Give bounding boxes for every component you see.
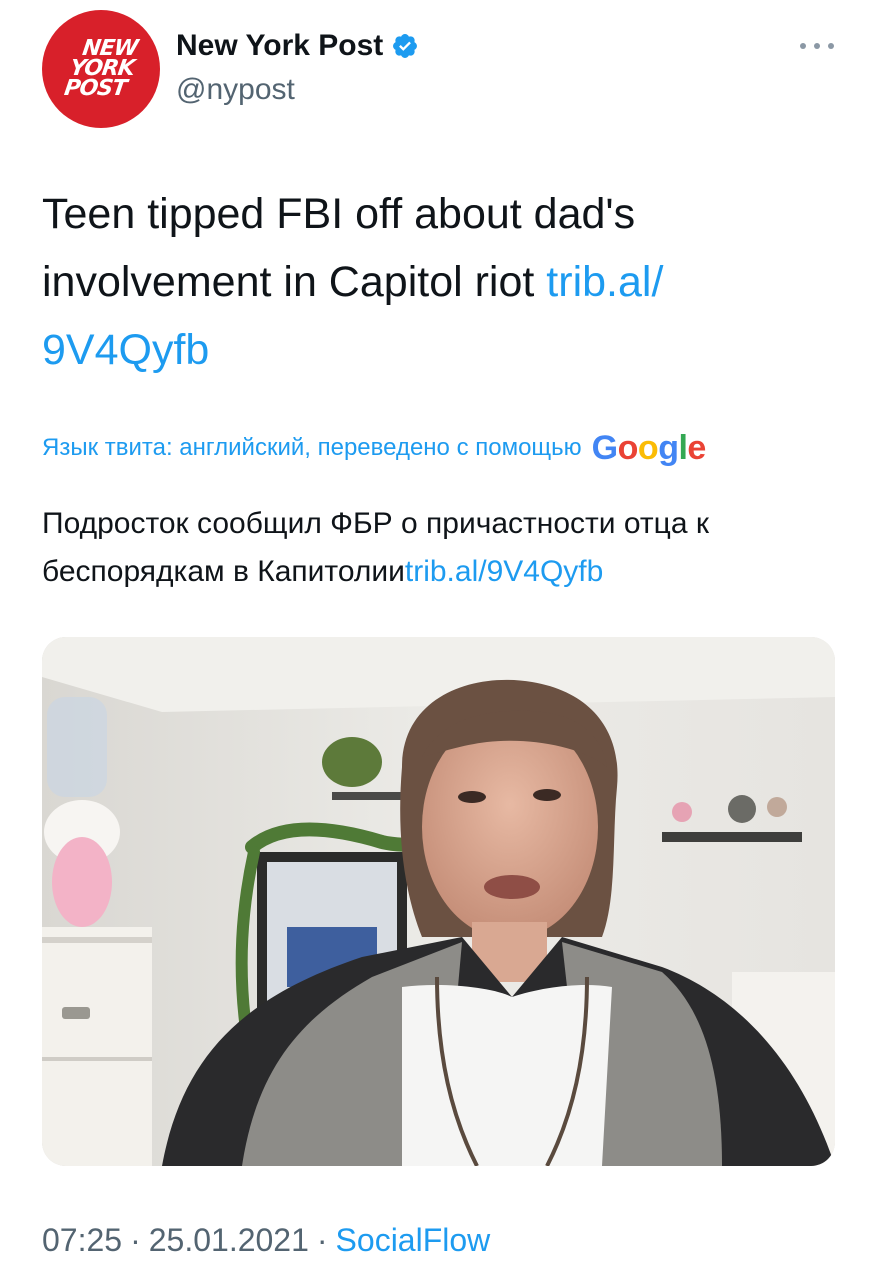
translation-notice-text: Язык твита: английский, переведено с пом… [42, 434, 582, 461]
tweet-date[interactable]: 25.01.2021 [149, 1222, 309, 1258]
tweet-detail: NEW YORK POST New York Post @nypost Teen… [0, 0, 878, 1280]
translated-body: Подросток сообщил ФБР о причастности отц… [42, 507, 709, 588]
google-logo: Google [591, 429, 707, 467]
avatar-logo-line: POST [62, 76, 128, 101]
tweet-time[interactable]: 07:25 [42, 1222, 122, 1258]
separator: · [316, 1222, 328, 1258]
more-options-icon[interactable] [800, 36, 834, 56]
account-info[interactable]: New York Post @nypost [176, 26, 419, 110]
tweet-text: Teen tipped FBI off about dad's involvem… [42, 180, 842, 384]
separator: · [130, 1222, 141, 1258]
verified-badge-icon [391, 32, 419, 60]
tweet-source[interactable]: SocialFlow [336, 1222, 491, 1258]
tweet-media-image[interactable] [42, 637, 835, 1166]
translation-notice[interactable]: Язык твита: английский, переведено с пом… [42, 426, 706, 470]
translated-text: Подросток сообщил ФБР о причастности отц… [42, 500, 842, 596]
display-name[interactable]: New York Post [176, 26, 383, 66]
avatar-logo: NEW YORK POST [42, 36, 160, 101]
tweet-metadata: 07:25 · 25.01.2021 · SocialFlow [42, 1218, 490, 1262]
translated-link[interactable]: trib.al/9V4Qyfb [405, 555, 603, 588]
avatar[interactable]: NEW YORK POST [42, 10, 160, 128]
handle[interactable]: @nypost [176, 70, 419, 110]
